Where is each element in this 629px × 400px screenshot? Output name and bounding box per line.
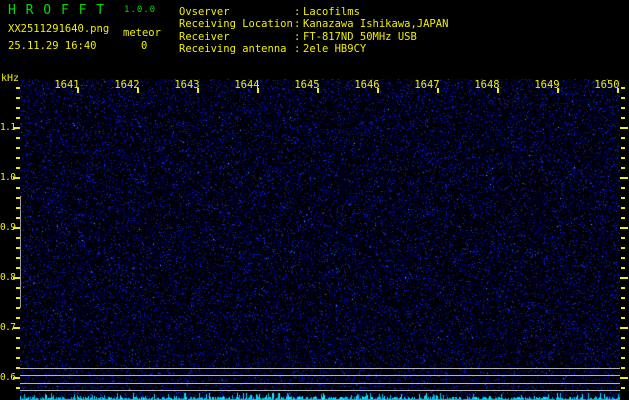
axis-tick xyxy=(621,307,625,309)
axis-tick xyxy=(621,247,625,249)
time-tick-label: 1649 xyxy=(533,80,561,91)
axis-tick xyxy=(621,87,625,89)
station-label: Ovserver xyxy=(179,7,294,18)
output-filename: XX2511291640.png xyxy=(8,24,109,35)
station-row-observer: Ovserver: Lacofilms xyxy=(179,7,360,18)
axis-tick xyxy=(621,107,625,109)
hrofft-window: H R O F F T 1.0.0 XX2511291640.png meteo… xyxy=(0,0,629,400)
freq-tick-label: 0.6 xyxy=(0,373,14,383)
axis-tick xyxy=(621,387,625,389)
meteor-count: 0 xyxy=(141,41,147,52)
freq-tick-label: 0.8 xyxy=(0,273,14,283)
axis-tick xyxy=(620,127,628,129)
time-tick-label: 1650 xyxy=(593,80,621,91)
time-tick-label: 1645 xyxy=(293,80,321,91)
axis-tick xyxy=(621,167,625,169)
axis-tick xyxy=(620,227,628,229)
station-row-location: Receiving Location: Kanazawa Ishikawa,JAP… xyxy=(179,19,448,30)
calibration-line xyxy=(20,390,620,391)
axis-tick xyxy=(620,277,628,279)
station-label: Receiver xyxy=(179,32,294,43)
separator: : xyxy=(294,32,303,43)
station-row-receiver: Receiver: FT-817ND 50MHz USB xyxy=(179,32,417,43)
time-tick-label: 1646 xyxy=(353,80,381,91)
freq-tick-label: 0.9 xyxy=(0,223,14,233)
axis-tick xyxy=(621,287,625,289)
axis-tick xyxy=(620,377,628,379)
axis-tick xyxy=(621,207,625,209)
station-value: 2ele HB9CY xyxy=(303,43,366,55)
time-tick-label: 1647 xyxy=(413,80,441,91)
station-label: Receiving Location xyxy=(179,19,294,30)
axis-tick xyxy=(621,97,625,99)
spectrogram-canvas xyxy=(20,79,620,400)
time-tick-label: 1643 xyxy=(173,80,201,91)
time-tick-label: 1648 xyxy=(473,80,501,91)
datetime: 25.11.29 16:40 xyxy=(8,41,97,52)
separator: : xyxy=(294,44,303,55)
axis-tick xyxy=(621,237,625,239)
separator: : xyxy=(294,19,303,30)
axis-tick xyxy=(621,317,625,319)
separator: : xyxy=(294,7,303,18)
station-row-antenna: Receiving antenna:2ele HB9CY xyxy=(179,44,366,55)
axis-tick xyxy=(621,147,625,149)
freq-tick-label: 0.7 xyxy=(0,323,14,333)
axis-tick xyxy=(621,217,625,219)
axis-tick xyxy=(621,257,625,259)
time-tick-label: 1642 xyxy=(113,80,141,91)
axis-tick xyxy=(621,267,625,269)
freq-tick-label: 1.0 xyxy=(0,173,14,183)
axis-tick xyxy=(620,177,628,179)
freq-tick-label: 1.1 xyxy=(0,123,14,133)
calibration-line xyxy=(20,375,620,376)
signal-trace-line xyxy=(20,196,21,308)
axis-tick xyxy=(621,157,625,159)
station-label: Receiving antenna xyxy=(179,44,294,55)
axis-tick xyxy=(621,137,625,139)
app-title: H R O F F T xyxy=(8,4,105,17)
axis-tick xyxy=(621,367,625,369)
calibration-line xyxy=(20,383,620,384)
station-value: FT-817ND 50MHz USB xyxy=(303,31,417,43)
axis-tick xyxy=(621,197,625,199)
station-value: Lacofilms xyxy=(303,6,360,18)
axis-tick xyxy=(621,187,625,189)
time-tick-label: 1644 xyxy=(233,80,261,91)
y-axis-unit-label: kHz xyxy=(1,74,19,84)
station-value: Kanazawa Ishikawa,JAPAN xyxy=(303,18,448,30)
axis-tick xyxy=(621,337,625,339)
axis-tick xyxy=(621,117,625,119)
calibration-line xyxy=(20,368,620,369)
axis-tick xyxy=(621,347,625,349)
axis-tick xyxy=(621,357,625,359)
app-version: 1.0.0 xyxy=(124,6,156,15)
axis-tick xyxy=(620,327,628,329)
mode-label: meteor xyxy=(123,28,161,39)
axis-tick xyxy=(621,297,625,299)
time-tick-label: 1641 xyxy=(53,80,81,91)
